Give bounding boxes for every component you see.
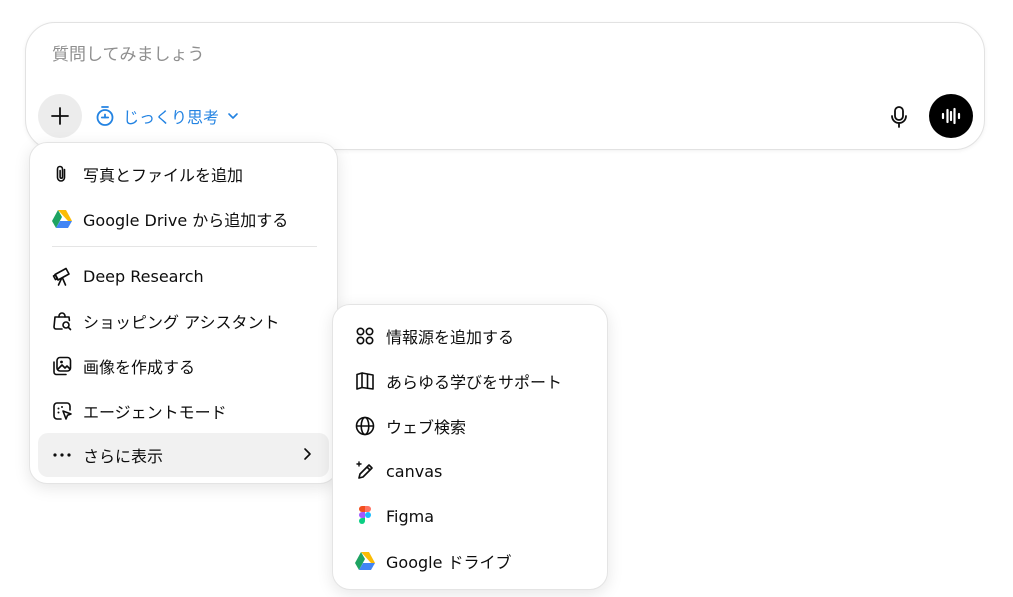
timer-icon: [96, 106, 114, 126]
add-button[interactable]: [38, 94, 82, 138]
menu-item-label: 画像を作成する: [83, 358, 196, 377]
menu-item-deep-research[interactable]: Deep Research: [38, 254, 329, 298]
canvas-pen-icon: [354, 460, 376, 482]
think-mode-button[interactable]: じっくり思考: [94, 103, 240, 129]
submenu-item-canvas[interactable]: canvas: [341, 449, 599, 493]
more-dots-icon: [51, 444, 73, 466]
submenu-item-google-drive[interactable]: Google ドライブ: [341, 539, 599, 583]
submenu-item-label: canvas: [386, 461, 443, 481]
menu-item-label: 写真とファイルを追加: [83, 166, 244, 185]
submenu-item-label: Figma: [386, 506, 435, 526]
submenu-item-web-search[interactable]: ウェブ検索: [341, 404, 599, 448]
telescope-icon: [51, 265, 73, 287]
menu-item-agent-mode[interactable]: エージェントモード: [38, 389, 329, 433]
think-mode-label: じっくり思考: [123, 108, 220, 127]
shopping-bag-search-icon: [51, 310, 73, 332]
paperclip-icon: [51, 163, 73, 185]
figma-icon: [354, 505, 376, 527]
menu-item-create-image[interactable]: 画像を作成する: [38, 344, 329, 388]
sources-icon: [354, 325, 376, 347]
book-icon: [354, 370, 376, 392]
image-create-icon: [51, 355, 73, 377]
agent-cursor-icon: [51, 400, 73, 422]
menu-item-label: ショッピング アシスタント: [83, 313, 280, 332]
attach-menu: 写真とファイルを追加 Google Drive から追加する Deep Rese…: [29, 142, 338, 484]
dictate-button[interactable]: [884, 102, 914, 132]
google-drive-icon: [51, 208, 73, 230]
chevron-down-icon: [228, 113, 238, 119]
menu-divider: [52, 246, 317, 247]
voice-mode-button[interactable]: [929, 94, 973, 138]
google-drive-icon: [354, 550, 376, 572]
menu-item-add-photos-files[interactable]: 写真とファイルを追加: [38, 152, 329, 196]
waveform-icon: [941, 107, 961, 125]
menu-item-label: Google Drive から追加する: [83, 211, 289, 230]
plus-icon: [51, 107, 69, 125]
menu-item-show-more[interactable]: さらに表示: [38, 433, 329, 477]
globe-icon: [354, 415, 376, 437]
submenu-item-study-support[interactable]: あらゆる学びをサポート: [341, 359, 599, 403]
prompt-input[interactable]: [52, 45, 852, 65]
submenu-item-label: 情報源を追加する: [386, 328, 515, 347]
submenu-item-figma[interactable]: Figma: [341, 494, 599, 538]
submenu-item-add-sources[interactable]: 情報源を追加する: [341, 314, 599, 358]
microphone-icon: [891, 106, 907, 128]
menu-item-label: さらに表示: [83, 447, 164, 466]
submenu-item-label: ウェブ検索: [386, 418, 467, 437]
more-submenu: 情報源を追加する あらゆる学びをサポート ウェブ検索 canvas Figma …: [332, 304, 608, 590]
prompt-composer: じっくり思考: [25, 22, 985, 150]
submenu-item-label: Google ドライブ: [386, 553, 512, 572]
submenu-item-label: あらゆる学びをサポート: [386, 373, 563, 392]
menu-item-label: Deep Research: [83, 266, 204, 286]
menu-item-label: エージェントモード: [83, 403, 227, 422]
menu-item-google-drive[interactable]: Google Drive から追加する: [38, 197, 329, 241]
menu-item-shopping-assistant[interactable]: ショッピング アシスタント: [38, 299, 329, 343]
chevron-right-icon: [304, 448, 311, 460]
